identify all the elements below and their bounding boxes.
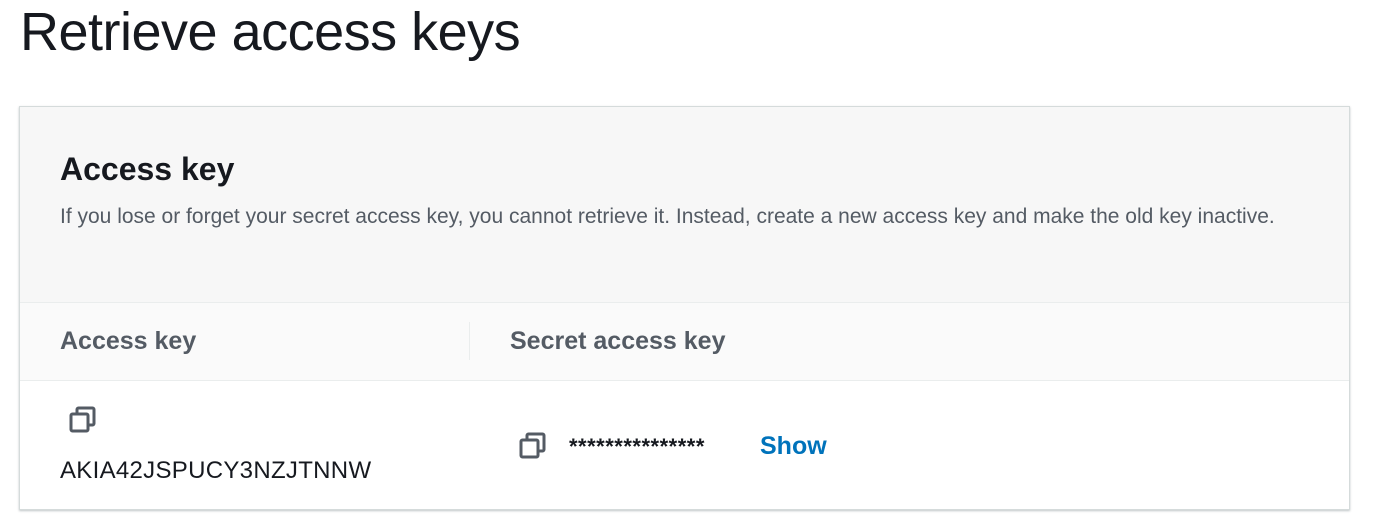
copy-icon[interactable] (518, 431, 548, 461)
panel-header: Access key If you lose or forget your se… (20, 107, 1349, 303)
column-header-access-key: Access key (60, 327, 197, 355)
secret-access-key-masked: *************** (569, 434, 705, 459)
page-title: Retrieve access keys (20, 2, 521, 62)
show-secret-button[interactable]: Show (760, 429, 827, 463)
copy-icon[interactable] (68, 405, 98, 435)
column-divider (469, 322, 470, 360)
table-header: Access key Secret access key (20, 303, 1349, 381)
column-header-secret-access-key: Secret access key (510, 327, 726, 355)
access-key-value: AKIA42JSPUCY3NZJTNNW (60, 457, 372, 484)
panel-description: If you lose or forget your secret access… (60, 205, 1275, 228)
access-key-panel: Access key If you lose or forget your se… (19, 106, 1350, 510)
panel-title: Access key (60, 151, 235, 187)
